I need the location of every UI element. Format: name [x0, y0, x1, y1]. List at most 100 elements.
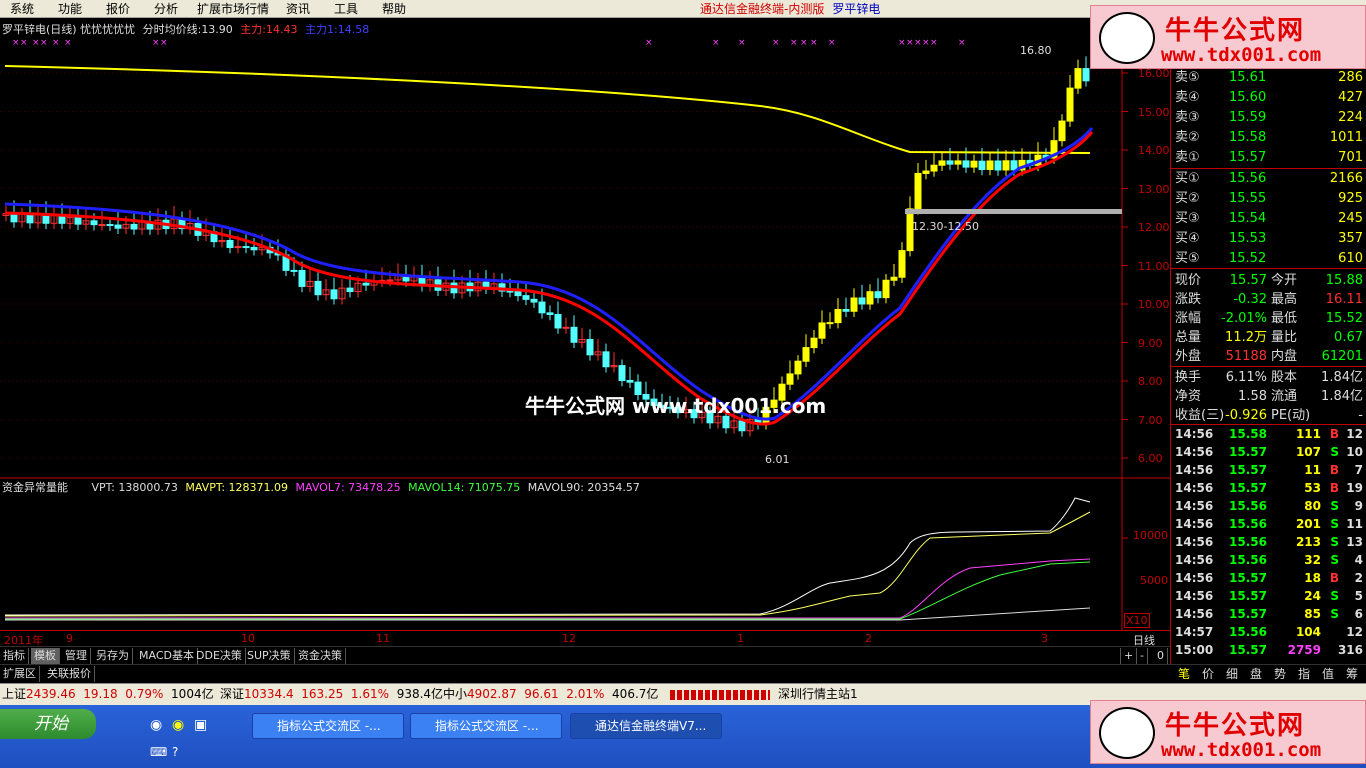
start-button[interactable]: 开始 [0, 709, 96, 739]
candle-body [562, 326, 570, 329]
quote-panel: 卖⑤ 15.61 286 卖④ 15.60 427 卖③ 15.59 224 卖② 15.58 101… [1170, 18, 1366, 664]
tab-fund[interactable]: 资金决策 [295, 648, 346, 664]
stat-row[interactable]: 现价 15.57 今开 15.88 [1171, 271, 1366, 290]
candle-body [978, 160, 986, 170]
menu-help[interactable]: 帮助 [382, 1, 406, 17]
mavpt-line [4, 511, 1091, 617]
sell-level-row[interactable]: 卖② 15.58 1011 [1171, 128, 1366, 147]
signal-marker: × [914, 38, 922, 48]
quote-tab[interactable]: 值 [1322, 666, 1334, 682]
quicklaunch-ie-icon[interactable]: ◉ [150, 717, 162, 733]
buy-level-row[interactable]: 买② 15.55 925 [1171, 189, 1366, 208]
candle-body [362, 282, 370, 286]
buy-level-row[interactable]: 买④ 15.53 357 [1171, 229, 1366, 248]
tab-sup[interactable]: SUP决策 [244, 648, 295, 664]
menu-ext-market[interactable]: 扩展市场行情 [197, 1, 269, 17]
candle-body [962, 160, 970, 168]
signal-marker: × [738, 38, 746, 48]
signal-marker: × [32, 38, 40, 48]
tab-related-quote[interactable]: 关联报价 [44, 666, 95, 682]
tick-trade-row: 14:56 15.58 111 B 12 [1175, 427, 1363, 441]
quicklaunch-help-icon[interactable]: ? [172, 745, 178, 759]
candle-body [346, 287, 354, 293]
watermark-bottom: 牛牛公式网 www.tdx001.com [1090, 700, 1366, 764]
candle-body [986, 160, 994, 170]
quote-tab[interactable]: 指 [1298, 666, 1310, 682]
candle-body [914, 172, 922, 210]
candle-body [994, 160, 1002, 171]
ma-red-line [4, 131, 1094, 426]
signal-marker: × [160, 38, 168, 48]
tab-minus[interactable]: - [1137, 648, 1148, 664]
tab-zero[interactable]: 0 [1154, 648, 1168, 664]
mavol14-line [5, 561, 1091, 620]
candle-body [314, 280, 322, 296]
quote-separator [1171, 268, 1366, 269]
menu-info[interactable]: 资讯 [286, 1, 310, 17]
stat-row[interactable]: 外盘 51188 内盘 61201 [1171, 347, 1366, 366]
candle-body [506, 290, 514, 293]
quote-tab[interactable]: 盘 [1250, 666, 1262, 682]
candle-body [1002, 160, 1010, 171]
candle-body [250, 246, 258, 251]
kline-chart-area[interactable]: × × × × × × × × × × × × × × × × × × × × × × 罗平锌电(日线) 忧忧忧忧忧 分时… [0, 18, 1170, 630]
taskbar-window-3[interactable]: 通达信金融终端V7... [570, 713, 722, 739]
tab-save-as[interactable]: 另存为 [93, 648, 133, 664]
stat-row[interactable]: 涨跌 -0.32 最高 16.11 [1171, 290, 1366, 309]
signal-marker: × [906, 38, 914, 48]
cow-logo-icon [1099, 707, 1155, 759]
tab-indicator[interactable]: 指标 [0, 648, 29, 664]
stat-row[interactable]: 涨幅 -2.01% 最低 15.52 [1171, 309, 1366, 328]
menu-system[interactable]: 系统 [10, 1, 34, 17]
tab-ext-area[interactable]: 扩展区 [0, 666, 40, 682]
taskbar-window-2[interactable]: 指标公式交流区 -... [410, 713, 562, 739]
sh-index[interactable]: 上证2439.46 19.18 0.79% 1004亿 [2, 684, 214, 705]
quote-tab[interactable]: 势 [1274, 666, 1286, 682]
buy-level-row[interactable]: 买⑤ 15.52 610 [1171, 249, 1366, 268]
menu-function[interactable]: 功能 [58, 1, 82, 17]
stat-row[interactable]: 换手 6.11% 股本 1.84亿 [1171, 368, 1366, 387]
sell-level-row[interactable]: 卖③ 15.59 224 [1171, 108, 1366, 127]
sz-index[interactable]: 深证10334.4 163.25 1.61% 938.4亿 [220, 684, 443, 705]
candle-body [882, 279, 890, 299]
candle-body [298, 269, 306, 287]
buy-level-row[interactable]: 买③ 15.54 245 [1171, 209, 1366, 228]
sell-level-row[interactable]: 卖⑤ 15.61 286 [1171, 68, 1366, 87]
quote-tab[interactable]: 笔 [1178, 666, 1190, 682]
menu-quote[interactable]: 报价 [106, 1, 130, 17]
range-annotation: 12.30-12.50 [912, 220, 979, 233]
kline-chart[interactable]: × × × × × × × × × × × × × × × × × × × × × × [0, 18, 1170, 630]
signal-marker: × [810, 38, 818, 48]
signal-marker: × [790, 38, 798, 48]
zx-index[interactable]: 中小4902.87 96.61 2.01% 406.7亿 [443, 684, 658, 705]
quicklaunch-keyboard-icon[interactable]: ⌨ [150, 745, 167, 759]
taskbar-window-1[interactable]: 指标公式交流区 -... [252, 713, 404, 739]
signal-marker: × [930, 38, 938, 48]
menu-tools[interactable]: 工具 [334, 1, 358, 17]
tab-dde[interactable]: DDE决策 [193, 648, 246, 664]
sell-level-row[interactable]: 卖④ 15.60 427 [1171, 88, 1366, 107]
signal-marker: × [958, 38, 966, 48]
sell-level-row[interactable]: 卖① 15.57 701 [1171, 148, 1366, 167]
quote-tab[interactable]: 细 [1226, 666, 1238, 682]
quote-tab[interactable]: 价 [1202, 666, 1214, 682]
stat-row[interactable]: 收益(三) -0.926 PE(动) - [1171, 406, 1366, 425]
tab-plus[interactable]: + [1120, 648, 1138, 664]
server-label[interactable]: 深圳行情主站1 [778, 684, 858, 705]
buy-level-row[interactable]: 买① 15.56 2166 [1171, 169, 1366, 188]
tick-trade-row: 14:56 15.57 24 S 5 [1175, 589, 1363, 603]
tab-manage[interactable]: 管理 [62, 648, 91, 664]
y-axis-label: 13.00 [1138, 182, 1170, 196]
stat-row[interactable]: 净资 1.58 流通 1.84亿 [1171, 387, 1366, 406]
quicklaunch-media-icon[interactable]: ◉ [172, 717, 184, 733]
stat-row[interactable]: 总量 11.2万 量比 0.67 [1171, 328, 1366, 347]
menu-analysis[interactable]: 分析 [154, 1, 178, 17]
candle-body [850, 297, 858, 312]
tab-macd[interactable]: MACD基本 [136, 648, 198, 664]
tab-template[interactable]: 模板 [31, 648, 60, 664]
candle-body [234, 246, 242, 249]
quicklaunch-desktop-icon[interactable]: ▣ [194, 717, 207, 733]
quote-tab[interactable]: 筹 [1346, 666, 1358, 682]
signal-marker: × [64, 38, 72, 48]
x-axis: 2011年 9 10 11 12 1 2 3 日线 [0, 630, 1170, 647]
